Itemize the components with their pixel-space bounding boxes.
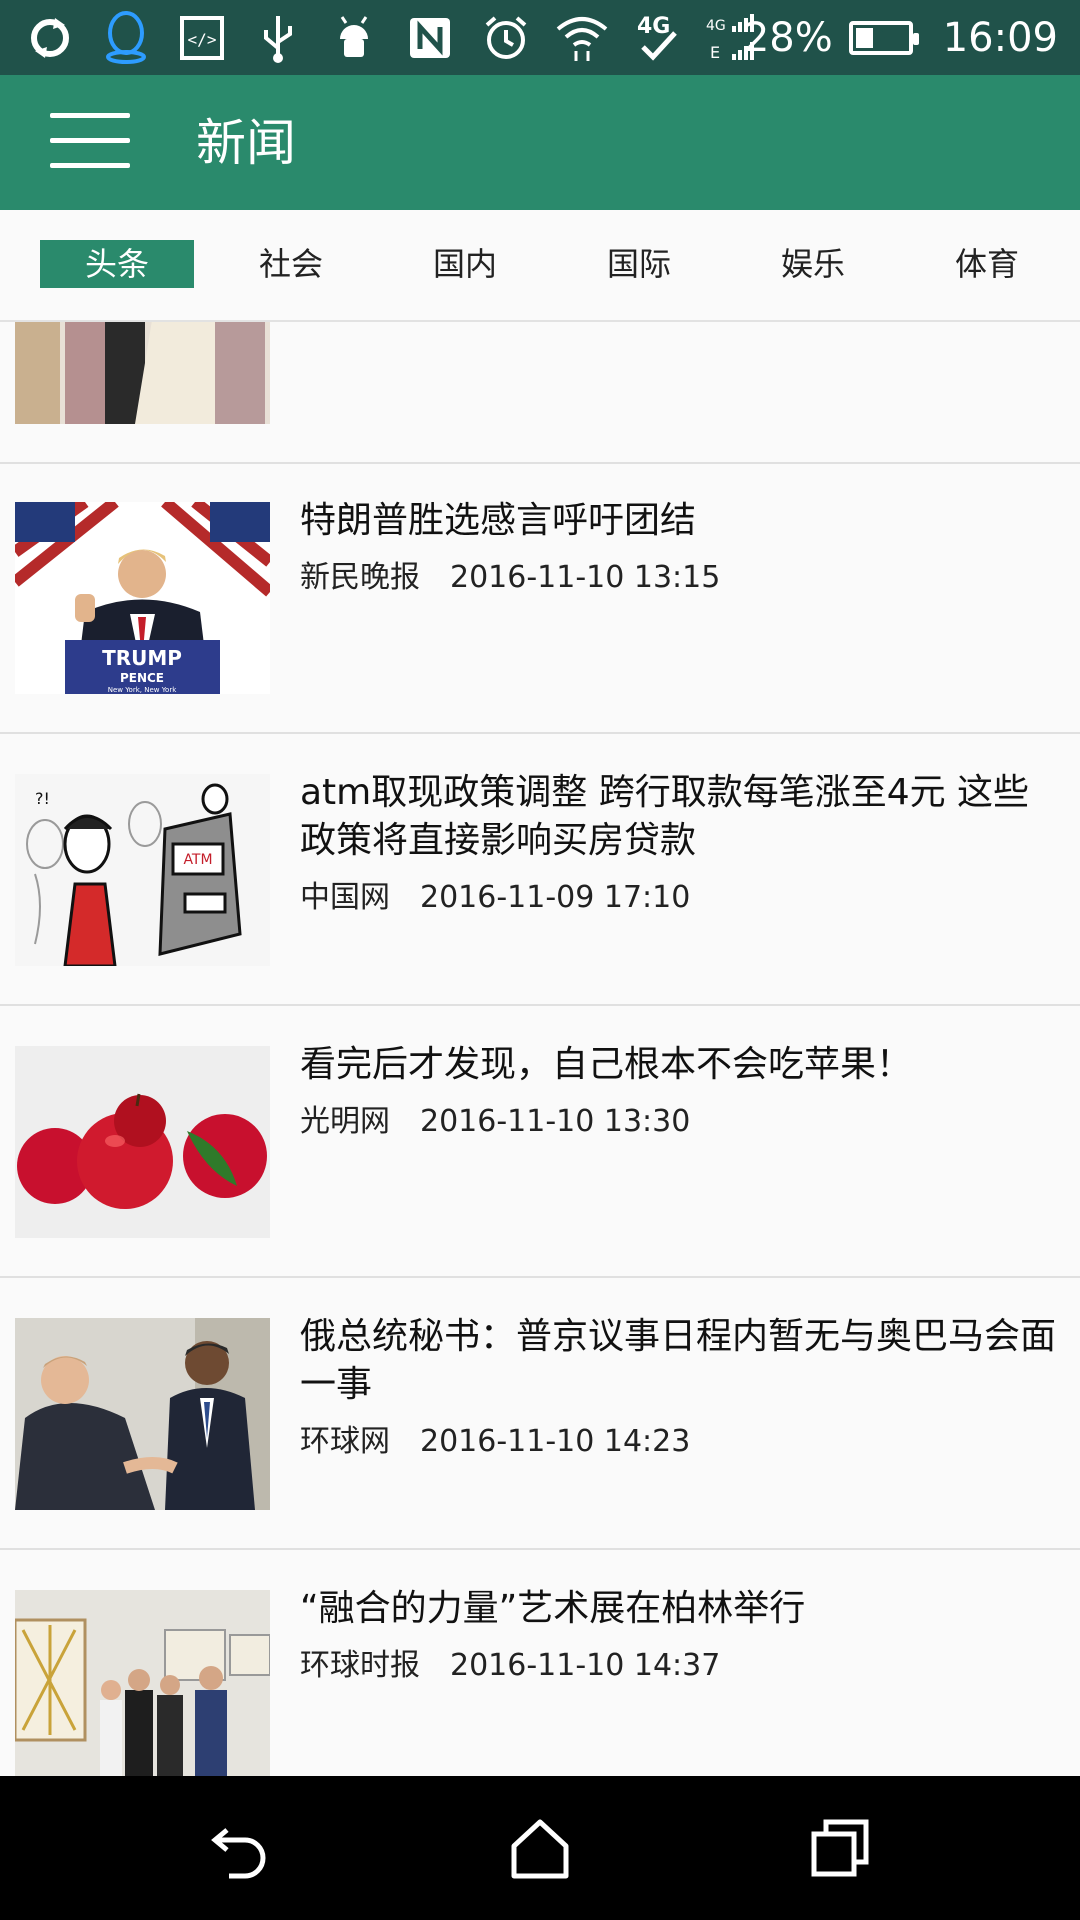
tab-headlines[interactable]: 头条 <box>40 240 194 288</box>
navigation-bar <box>0 1776 1080 1920</box>
news-item[interactable]: ?! ATM atm取现政策调整 跨行取款每笔涨至4元 这些政策将直接影响买房贷… <box>0 734 1080 1006</box>
news-time: 2016-11-10 13:30 <box>420 1104 691 1139</box>
clock: 16:09 <box>942 15 1058 61</box>
news-thumbnail <box>15 1046 270 1238</box>
status-bar: </> 4G 4G E 28% ⚡ 16:09 <box>0 0 1080 75</box>
qq-icon <box>98 10 154 66</box>
tab-sports[interactable]: 体育 <box>910 240 1064 288</box>
recents-icon[interactable] <box>804 1812 876 1884</box>
news-thumbnail: ?! ATM <box>15 774 270 966</box>
news-item[interactable]: TRUMP PENCE New York, New York 特朗普胜选感言呼吁… <box>0 462 1080 734</box>
news-time: 2016-11-10 14:37 <box>450 1648 721 1683</box>
news-title: 看完后才发现，自己根本不会吃苹果！ <box>300 1044 913 1085</box>
news-item-partial[interactable] <box>0 322 1080 464</box>
podium-text-3: New York, New York <box>108 686 178 694</box>
android-icon <box>326 10 382 66</box>
podium-text-2: PENCE <box>120 671 164 685</box>
home-icon[interactable] <box>504 1812 576 1884</box>
news-item[interactable]: 俄总统秘书：普京议事日程内暂无与奥巴马会面一事 环球网 2016-11-10 14… <box>0 1278 1080 1550</box>
app-title: 新闻 <box>196 114 296 172</box>
sync-icon <box>22 10 78 66</box>
news-item[interactable]: “融合的力量”艺术展在柏林举行 环球时报 2016-11-10 14:37 <box>0 1550 1080 1776</box>
news-time: 2016-11-10 13:15 <box>450 560 721 595</box>
code-icon: </> <box>174 10 230 66</box>
news-thumbnail <box>15 1590 270 1776</box>
news-time: 2016-11-10 14:23 <box>420 1424 691 1459</box>
news-list[interactable]: TRUMP PENCE New York, New York 特朗普胜选感言呼吁… <box>0 322 1080 1776</box>
svg-text:</>: </> <box>188 30 217 49</box>
news-title: 特朗普胜选感言呼吁团结 <box>300 500 697 541</box>
news-thumbnail <box>15 1318 270 1510</box>
news-source: 环球时报 <box>300 1648 420 1683</box>
battery-icon: ⚡ <box>848 21 919 55</box>
menu-icon[interactable] <box>50 113 130 173</box>
tab-society[interactable]: 社会 <box>214 240 368 288</box>
usb-icon <box>250 10 306 66</box>
news-thumbnail: TRUMP PENCE New York, New York <box>15 502 270 694</box>
news-time: 2016-11-09 17:10 <box>420 880 691 915</box>
news-meta: 中国网 2016-11-09 17:10 <box>300 872 690 916</box>
news-meta: 光明网 2016-11-10 13:30 <box>300 1096 690 1140</box>
news-source: 环球网 <box>300 1424 390 1459</box>
alarm-icon <box>478 10 534 66</box>
news-source: 中国网 <box>300 880 390 915</box>
back-icon[interactable] <box>205 1812 277 1884</box>
news-source: 光明网 <box>300 1104 390 1139</box>
news-meta: 环球网 2016-11-10 14:23 <box>300 1416 690 1460</box>
svg-text:4G: 4G <box>706 18 726 34</box>
tab-entertainment[interactable]: 娱乐 <box>736 240 890 288</box>
news-title: “融合的力量”艺术展在柏林举行 <box>300 1588 806 1629</box>
nfc-icon <box>402 10 458 66</box>
news-meta: 环球时报 2016-11-10 14:37 <box>300 1640 720 1684</box>
atm-text: ATM <box>183 852 212 868</box>
news-item[interactable]: 看完后才发现，自己根本不会吃苹果！ 光明网 2016-11-10 13:30 <box>0 1006 1080 1278</box>
news-meta: 新民晚报 2016-11-10 13:15 <box>300 552 720 596</box>
tab-international[interactable]: 国际 <box>562 240 716 288</box>
battery-percent: 28% <box>743 15 833 61</box>
tab-domestic[interactable]: 国内 <box>388 240 542 288</box>
news-source: 新民晚报 <box>300 560 420 595</box>
4g-icon: 4G <box>630 10 686 66</box>
news-title: atm取现政策调整 跨行取款每笔涨至4元 这些政策将直接影响买房贷款 <box>300 772 1030 861</box>
svg-text:?!: ?! <box>35 789 50 808</box>
wifi-icon <box>554 10 610 66</box>
news-title: 俄总统秘书：普京议事日程内暂无与奥巴马会面一事 <box>300 1316 1057 1405</box>
category-tabs: 头条 社会 国内 国际 娱乐 体育 <box>0 210 1080 322</box>
svg-text:4G: 4G <box>637 14 670 39</box>
svg-text:E: E <box>710 43 720 62</box>
app-bar: 新闻 <box>0 75 1080 210</box>
news-thumbnail <box>15 322 270 424</box>
podium-text: TRUMP <box>102 646 182 670</box>
